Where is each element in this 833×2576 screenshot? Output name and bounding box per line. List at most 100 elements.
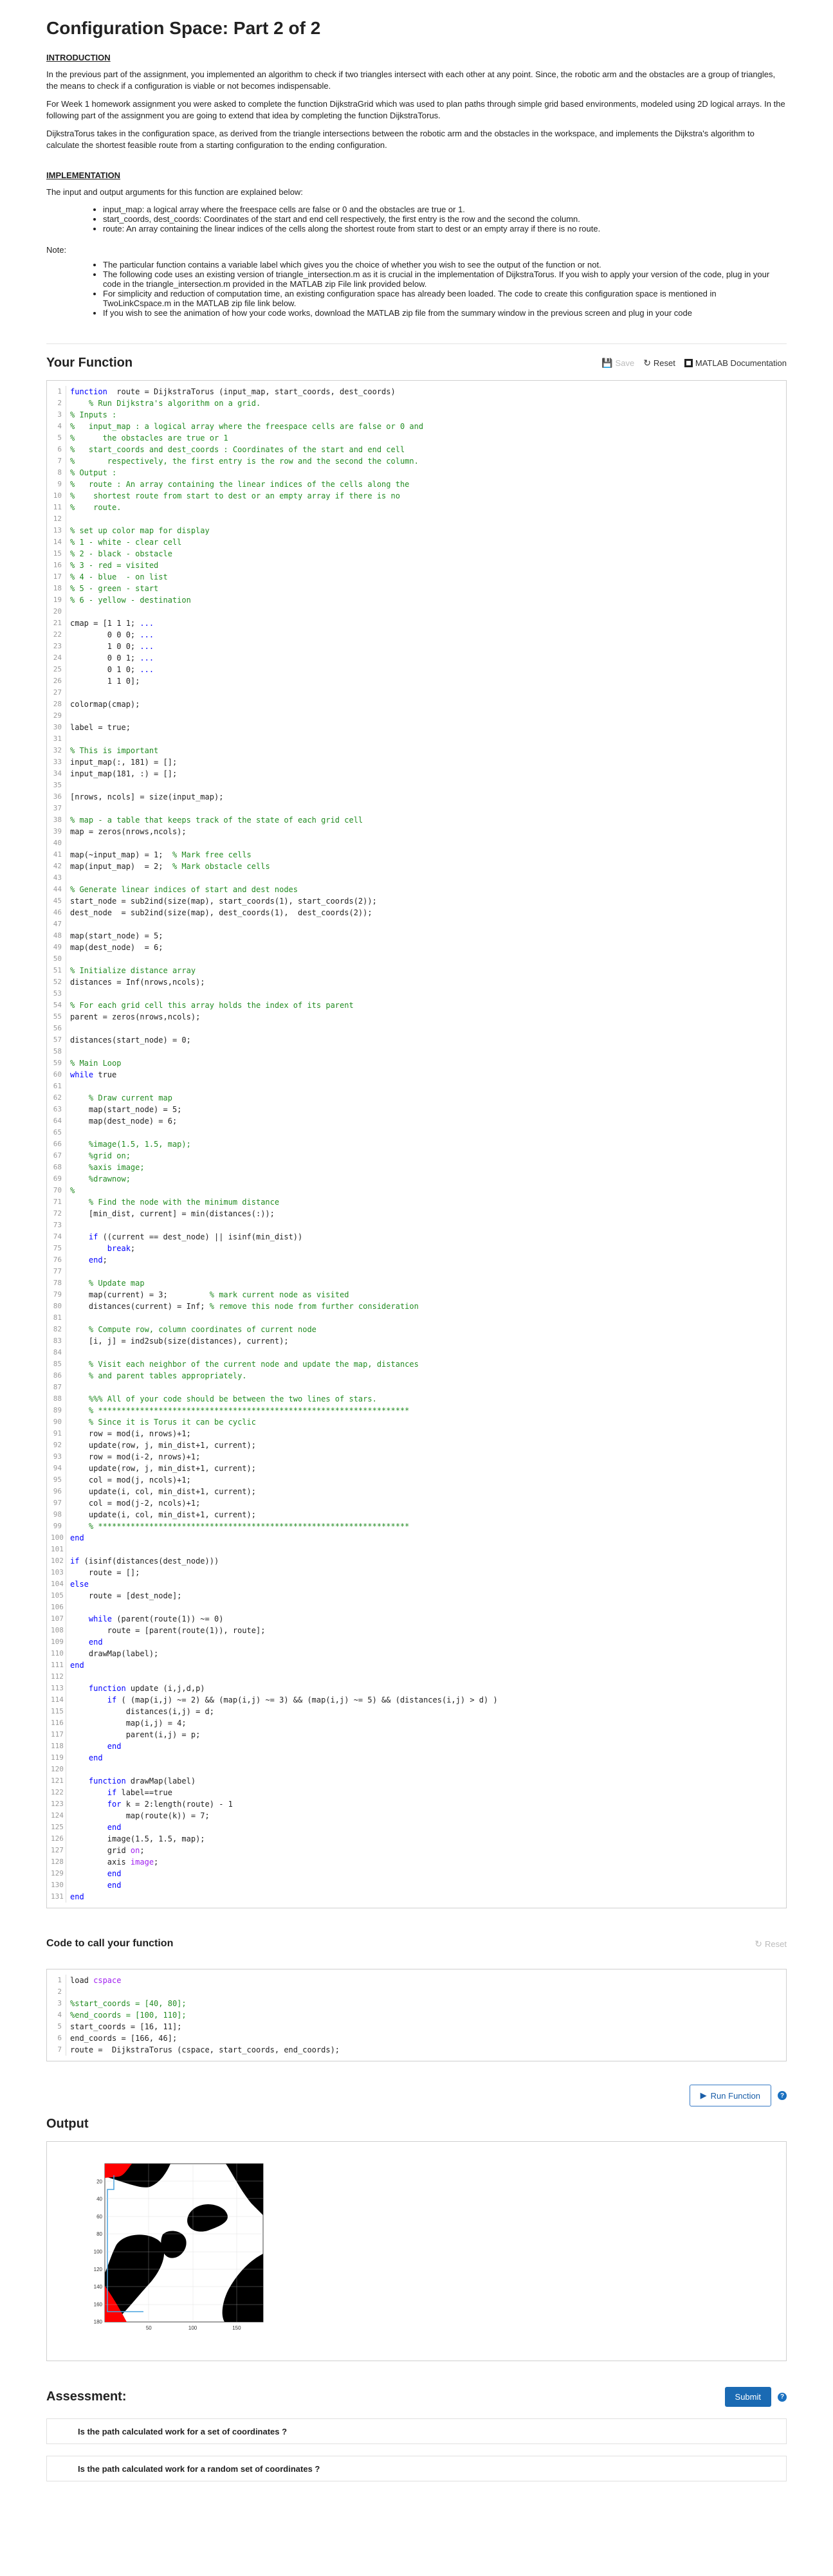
line-number: 13 xyxy=(51,525,66,536)
code-text: end xyxy=(66,1532,84,1544)
code-line: 81 xyxy=(51,1312,782,1324)
code-text: % Draw current map xyxy=(66,1092,172,1104)
code-line: 66 %image(1.5, 1.5, map); xyxy=(51,1138,782,1150)
code-line: 22 0 0 0; ... xyxy=(51,629,782,641)
line-number: 15 xyxy=(51,548,66,560)
code-line: 13 % set up color map for display xyxy=(51,525,782,536)
code-text: % Update map xyxy=(66,1277,145,1289)
code-line: 9 % route : An array containing the linea… xyxy=(51,479,782,490)
line-number: 78 xyxy=(51,1277,66,1289)
code-token: 0 0 0; xyxy=(70,630,140,639)
run-function-button[interactable]: ▶ Run Function xyxy=(689,2085,771,2106)
save-button[interactable]: 💾 Save xyxy=(601,358,634,369)
code-token: label==true xyxy=(116,1788,172,1797)
line-number: 105 xyxy=(51,1590,66,1602)
code-line: 69 %drawnow; xyxy=(51,1173,782,1185)
call-code-editor[interactable]: 1 load cspace 2 3 %start_coords = [40, 80]; 4… xyxy=(46,1969,787,2061)
line-number: 126 xyxy=(51,1833,66,1845)
code-line: 29 xyxy=(51,710,782,722)
line-number: 34 xyxy=(51,768,66,780)
code-text: [min_dist, current] = min(distances(:)); xyxy=(66,1208,275,1219)
code-text: end xyxy=(66,1879,122,1891)
code-token: colormap(cmap); xyxy=(70,700,140,709)
y-tick-label: 40 xyxy=(96,2197,102,2202)
code-text: if ( (map(i,j) ~= 2) && (map(i,j) ~= 3) … xyxy=(66,1694,498,1706)
line-number: 76 xyxy=(51,1254,66,1266)
code-line: 86 % and parent tables appropriately. xyxy=(51,1370,782,1382)
code-line: 33 input_map(:, 181) = []; xyxy=(51,756,782,768)
line-number: 121 xyxy=(51,1775,66,1787)
code-token: update(i, col, min_dist+1, current); xyxy=(70,1510,256,1519)
code-text: map(~input_map) = 1; % Mark free cells xyxy=(66,849,252,861)
code-text: 1 0 0; ... xyxy=(66,641,154,652)
code-line: 73 xyxy=(51,1219,782,1231)
code-line: 109 end xyxy=(51,1636,782,1648)
code-line: 24 0 0 1; ... xyxy=(51,652,782,664)
code-line: 46 dest_node = sub2ind(size(map), dest_co… xyxy=(51,907,782,918)
assessment-item[interactable]: Is the path calculated work for a random… xyxy=(46,2456,787,2481)
code-text: distances = Inf(nrows,ncols); xyxy=(66,976,205,988)
line-number: 112 xyxy=(51,1671,66,1683)
code-token: % the obstacles are true or 1 xyxy=(70,434,228,443)
line-number: 28 xyxy=(51,699,66,710)
code-text: end xyxy=(66,1659,84,1671)
code-token: map(start_node) = 5; xyxy=(70,931,163,940)
code-token: distances = Inf(nrows,ncols); xyxy=(70,978,205,987)
help-icon[interactable]: ? xyxy=(778,2091,787,2100)
y-tick-label: 100 xyxy=(94,2249,103,2255)
assessment-item[interactable]: Is the path calculated work for a set of… xyxy=(46,2418,787,2444)
line-number: 122 xyxy=(51,1787,66,1798)
line-number: 107 xyxy=(51,1613,66,1625)
matlab-documentation-link[interactable]: MATLAB Documentation xyxy=(684,358,787,368)
output-panel: 20 40 60 80 100 120 140 160 180 50 100 150 xyxy=(46,2141,787,2361)
code-token: ... xyxy=(140,630,154,639)
code-text: %%% All of your code should be between t… xyxy=(66,1393,377,1405)
code-line: 48 map(start_node) = 5; xyxy=(51,930,782,942)
code-line: 131 end xyxy=(51,1891,782,1903)
line-number: 62 xyxy=(51,1092,66,1104)
code-text: % This is important xyxy=(66,745,158,756)
reset-button[interactable]: ↻ Reset xyxy=(643,358,675,369)
code-token: %drawnow; xyxy=(70,1174,131,1183)
line-number: 10 xyxy=(51,490,66,502)
code-line: 93 row = mod(i-2, nrows)+1; xyxy=(51,1451,782,1463)
code-token: (isinf(distances(dest_node))) xyxy=(79,1557,219,1566)
line-number: 6 xyxy=(51,2032,66,2044)
code-token: break xyxy=(107,1244,131,1253)
code-line: 98 update(i, col, min_dist+1, current); xyxy=(51,1509,782,1521)
code-token: route = [parent(route(1)), route]; xyxy=(70,1626,266,1635)
code-line: 121 function drawMap(label) xyxy=(51,1775,782,1787)
code-text: % For each grid cell this array holds th… xyxy=(66,1000,354,1011)
line-number: 108 xyxy=(51,1625,66,1636)
code-text: [i, j] = ind2sub(size(distances), curren… xyxy=(66,1335,289,1347)
code-token: % shortest route from start to dest or a… xyxy=(70,491,400,500)
code-token: ((current == dest_node) || isinf(min_dis… xyxy=(98,1232,303,1241)
help-icon[interactable]: ? xyxy=(778,2392,787,2402)
note-item: For simplicity and reduction of computat… xyxy=(103,289,787,308)
code-token: % xyxy=(70,1186,75,1195)
code-token: [nrows, ncols] = size(input_map); xyxy=(70,792,224,801)
code-line: 38 % map - a table that keeps track of th… xyxy=(51,814,782,826)
function-code-editor[interactable]: 1 function route = DijkstraTorus (input_m… xyxy=(46,380,787,1908)
code-token: % and parent tables appropriately. xyxy=(70,1371,247,1380)
call-reset-button[interactable]: ↻ Reset xyxy=(755,1939,787,1950)
code-text: update(i, col, min_dist+1, current); xyxy=(66,1486,256,1497)
line-number: 111 xyxy=(51,1659,66,1671)
line-number: 127 xyxy=(51,1845,66,1856)
code-token: % This is important xyxy=(70,746,159,755)
your-function-header: Your Function 💾 Save ↻ Reset MATLAB Docu… xyxy=(46,353,787,372)
code-token: axis xyxy=(70,1858,131,1867)
submit-button[interactable]: Submit xyxy=(724,2387,771,2407)
bottom-spacer xyxy=(46,2481,787,2507)
line-number: 65 xyxy=(51,1127,66,1138)
line-number: 39 xyxy=(51,826,66,837)
intro-paragraph-1: In the previous part of the assignment, … xyxy=(46,69,776,91)
code-text: % input_map : a logical array where the … xyxy=(66,421,423,432)
line-number: 70 xyxy=(51,1185,66,1196)
